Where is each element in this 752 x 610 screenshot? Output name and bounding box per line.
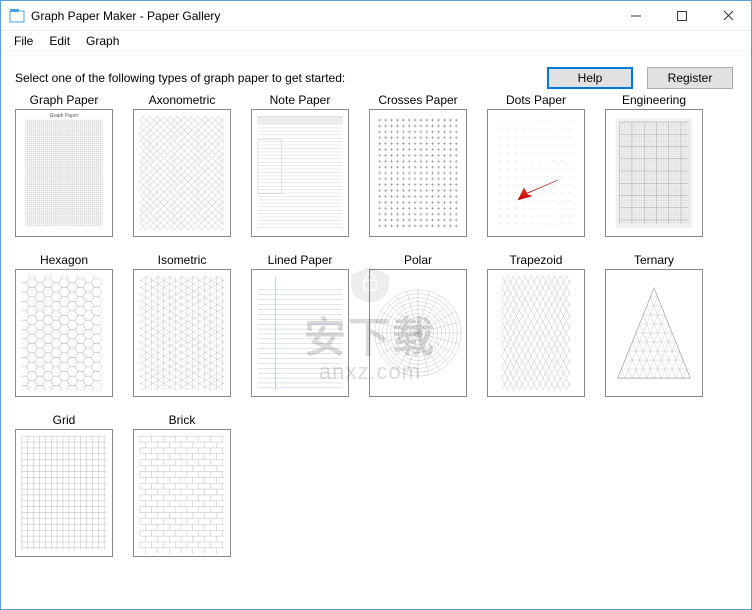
gallery-label: Dots Paper	[506, 93, 566, 107]
gallery-item-grid-fine: Graph Paper Graph Paper	[15, 93, 113, 237]
paper-gallery: Graph Paper Graph Paper Axonometric Note Pa…	[15, 93, 737, 557]
gallery-item-engineering: Engineering	[605, 93, 703, 237]
gallery-item-crosses: Crosses Paper	[369, 93, 467, 237]
menu-graph[interactable]: Graph	[79, 32, 126, 50]
gallery-item-axon: Axonometric	[133, 93, 231, 237]
app-icon	[9, 8, 25, 24]
gallery-thumb-axon[interactable]	[133, 109, 231, 237]
gallery-label: Engineering	[622, 93, 686, 107]
gallery-thumb-engineering[interactable]	[605, 109, 703, 237]
title-bar: Graph Paper Maker - Paper Gallery	[1, 1, 751, 31]
gallery-thumb-lined[interactable]	[251, 269, 349, 397]
gallery-thumb-ternary[interactable]	[605, 269, 703, 397]
window-controls	[613, 1, 751, 30]
gallery-thumb-grid-fine[interactable]: Graph Paper	[15, 109, 113, 237]
gallery-thumb-brick[interactable]	[133, 429, 231, 557]
menu-bar: File Edit Graph	[1, 31, 751, 51]
gallery-thumb-dots[interactable]	[487, 109, 585, 237]
instruction-text: Select one of the following types of gra…	[15, 71, 547, 85]
gallery-item-grid: Grid	[15, 413, 113, 557]
minimize-button[interactable]	[613, 1, 659, 30]
content-area: Select one of the following types of gra…	[1, 51, 751, 567]
close-button[interactable]	[705, 1, 751, 30]
gallery-label: Ternary	[634, 253, 674, 267]
gallery-label: Crosses Paper	[378, 93, 457, 107]
action-buttons: Help Register	[547, 67, 733, 89]
gallery-label: Hexagon	[40, 253, 88, 267]
gallery-label: Grid	[53, 413, 76, 427]
gallery-label: Lined Paper	[268, 253, 333, 267]
gallery-item-polar: Polar	[369, 253, 467, 397]
menu-file[interactable]: File	[7, 32, 40, 50]
gallery-thumb-note[interactable]	[251, 109, 349, 237]
gallery-item-ternary: Ternary	[605, 253, 703, 397]
gallery-item-brick: Brick	[133, 413, 231, 557]
gallery-thumb-grid[interactable]	[15, 429, 113, 557]
gallery-thumb-polar[interactable]	[369, 269, 467, 397]
gallery-label: Note Paper	[270, 93, 331, 107]
maximize-button[interactable]	[659, 1, 705, 30]
gallery-thumb-crosses[interactable]	[369, 109, 467, 237]
help-button[interactable]: Help	[547, 67, 633, 89]
gallery-item-trapezoid: Trapezoid	[487, 253, 585, 397]
gallery-item-note: Note Paper	[251, 93, 349, 237]
top-row: Select one of the following types of gra…	[15, 67, 737, 89]
gallery-item-isometric: Isometric	[133, 253, 231, 397]
gallery-label: Graph Paper	[30, 93, 99, 107]
gallery-label: Polar	[404, 253, 432, 267]
menu-edit[interactable]: Edit	[42, 32, 77, 50]
gallery-label: Trapezoid	[510, 253, 563, 267]
gallery-item-hexagon: Hexagon	[15, 253, 113, 397]
window-title: Graph Paper Maker - Paper Gallery	[31, 9, 613, 23]
gallery-thumb-trapezoid[interactable]	[487, 269, 585, 397]
thumb-tiny-title: Graph Paper	[16, 113, 112, 119]
register-button[interactable]: Register	[647, 67, 733, 89]
gallery-label: Axonometric	[149, 93, 216, 107]
gallery-label: Isometric	[158, 253, 207, 267]
gallery-thumb-hexagon[interactable]	[15, 269, 113, 397]
gallery-label: Brick	[169, 413, 196, 427]
gallery-item-lined: Lined Paper	[251, 253, 349, 397]
gallery-item-dots: Dots Paper	[487, 93, 585, 237]
gallery-thumb-isometric[interactable]	[133, 269, 231, 397]
